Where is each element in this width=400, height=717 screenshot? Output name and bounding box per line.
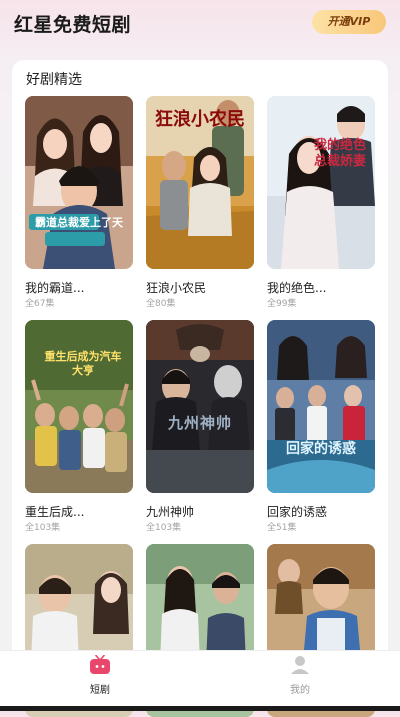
drama-title: 我的绝色... — [267, 281, 327, 295]
drama-item[interactable]: 回家的诱惑 回家的诱惑 全51集 — [267, 320, 375, 533]
drama-poster[interactable]: 我的绝色总裁娇妻 — [267, 96, 375, 269]
drama-item[interactable]: 狂浪小农民 狂浪小农民 全80集 — [146, 96, 254, 309]
app-header: 红星免费短剧 开通VIP — [0, 0, 400, 48]
drama-title: 九州神帅 — [146, 505, 195, 519]
episode-count: 全103集 — [146, 523, 182, 533]
bottom-tab-bar: 短剧 我的 — [0, 650, 400, 701]
poster-title-text: 狂浪小农民 — [155, 109, 245, 130]
drama-title: 狂浪小农民 — [146, 281, 207, 295]
system-bottom-bar — [0, 706, 400, 711]
tab-drama[interactable]: 短剧 — [60, 654, 140, 696]
drama-title: 我的霸道... — [25, 281, 85, 295]
tab-mine[interactable]: 我的 — [260, 655, 340, 696]
drama-item[interactable]: 重生后成为汽车大亨 重生后成... 全103集 — [25, 320, 133, 533]
drama-poster[interactable]: 重生后成为汽车大亨 — [25, 320, 133, 493]
poster-title-text: 重生后成为汽车大亨 — [44, 350, 122, 377]
drama-item[interactable]: 九州神帅 九州神帅 全103集 — [146, 320, 254, 533]
drama-poster[interactable]: 九州神帅 — [146, 320, 254, 493]
drama-item[interactable]: 霸道总裁爱上了天 我的霸道... 全67集 — [25, 96, 133, 309]
tv-icon — [89, 654, 111, 679]
episode-count: 全67集 — [25, 299, 55, 309]
poster-title-text: 我的绝色总裁娇妻 — [313, 138, 366, 169]
episode-count: 全51集 — [267, 523, 297, 533]
poster-title-text: 回家的诱惑 — [286, 441, 356, 457]
episode-count: 全99集 — [267, 299, 297, 309]
drama-poster[interactable]: 霸道总裁爱上了天 — [25, 96, 133, 269]
vip-button[interactable]: 开通VIP — [312, 10, 386, 34]
poster-title-text: 九州神帅 — [167, 414, 232, 432]
tab-label: 我的 — [290, 685, 310, 696]
app-title: 红星免费短剧 — [14, 14, 132, 36]
drama-item[interactable]: 我的绝色总裁娇妻 我的绝色... 全99集 — [267, 96, 375, 309]
person-icon — [289, 656, 311, 679]
episode-count: 全103集 — [25, 523, 61, 533]
poster-title-text: 霸道总裁爱上了天 — [35, 216, 123, 229]
drama-poster[interactable]: 狂浪小农民 — [146, 96, 254, 269]
drama-title: 回家的诱惑 — [267, 505, 328, 519]
episode-count: 全80集 — [146, 299, 176, 309]
drama-title: 重生后成... — [25, 505, 85, 519]
drama-poster[interactable]: 回家的诱惑 — [267, 320, 375, 493]
section-title: 好剧精选 — [26, 72, 82, 88]
tab-label: 短剧 — [90, 685, 110, 696]
